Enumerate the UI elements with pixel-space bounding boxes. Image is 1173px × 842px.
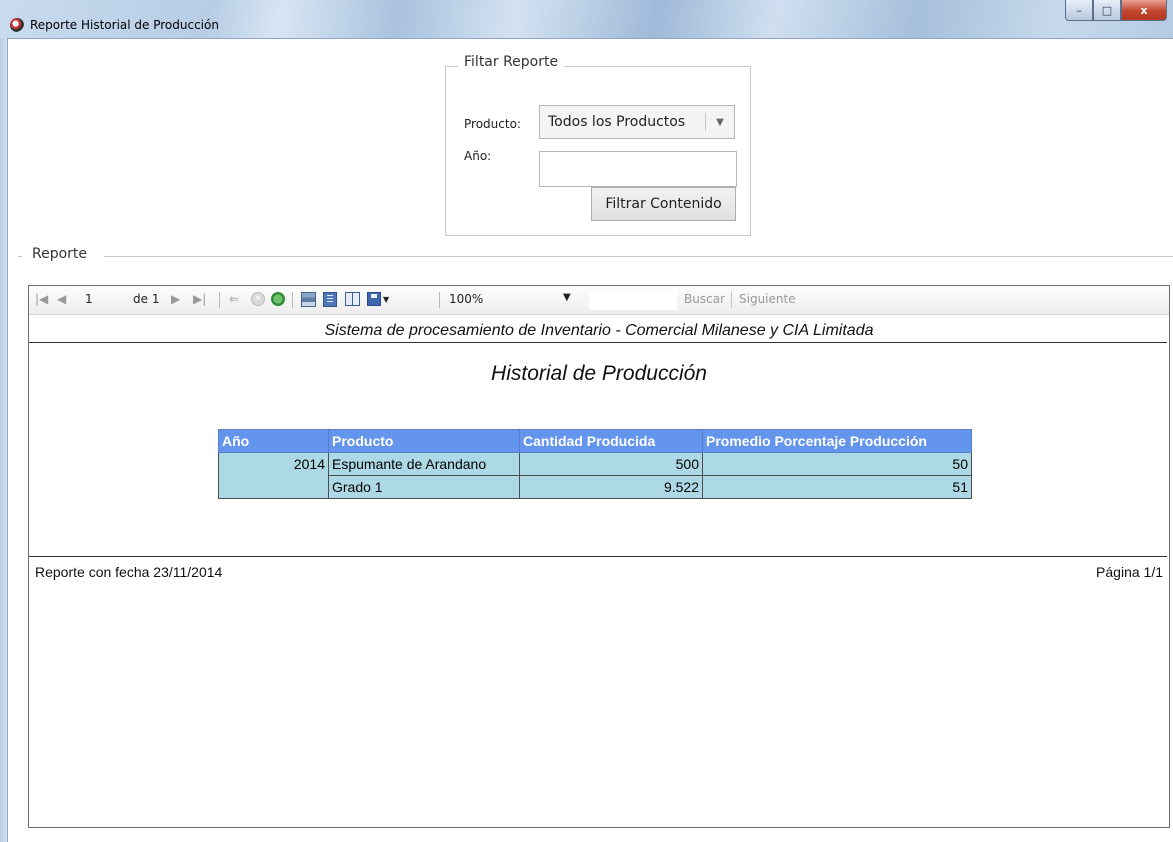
report-title: Historial de Producción xyxy=(491,362,707,385)
report-footer-rule xyxy=(29,556,1167,557)
cell-year xyxy=(218,475,329,499)
cell-product: Espumante de Arandano xyxy=(328,452,520,476)
maximize-button[interactable]: □ xyxy=(1093,0,1121,21)
report-date: Reporte con fecha 23/11/2014 xyxy=(35,564,223,580)
cell-year: 2014 xyxy=(218,452,329,476)
app-icon xyxy=(10,18,24,32)
zoom-dropdown-icon[interactable]: ▼ xyxy=(563,292,571,303)
production-table: Año Producto Cantidad Producida Promedio… xyxy=(218,429,972,499)
back-icon[interactable]: ⇐ xyxy=(229,292,239,306)
window-left-border xyxy=(0,38,8,842)
column-header-quantity: Cantidad Producida xyxy=(519,429,703,453)
column-header-year: Año xyxy=(218,429,329,453)
product-select-value: Todos los Productos xyxy=(548,114,686,130)
zoom-select[interactable]: 100% xyxy=(449,292,483,306)
report-group-rule-left xyxy=(18,256,22,257)
filter-button[interactable]: Filtrar Contenido xyxy=(591,187,736,221)
product-select[interactable]: Todos los Productos ▼ xyxy=(539,105,735,139)
cell-quantity: 500 xyxy=(519,452,703,476)
find-next-link[interactable]: Siguiente xyxy=(739,292,796,306)
page-number: Página 1/1 xyxy=(1096,564,1163,580)
report-legend: Reporte xyxy=(26,246,94,262)
year-label: Año: xyxy=(464,149,492,163)
product-label: Producto: xyxy=(464,117,521,131)
report-toolbar: |◀ ◀ 1 de 1 ▶ ▶| ⇐ ✕ ▼ 100% ▼ Buscar Sig… xyxy=(29,286,1169,315)
report-group-rule xyxy=(104,256,1173,257)
export-icon[interactable] xyxy=(367,292,381,306)
find-input[interactable] xyxy=(589,290,677,310)
filter-group: Filtar Reporte Producto: Todos los Produ… xyxy=(445,54,751,236)
find-link[interactable]: Buscar xyxy=(684,292,725,306)
next-page-icon[interactable]: ▶ xyxy=(171,292,180,306)
close-button[interactable]: x xyxy=(1121,0,1167,21)
table-row: Grado 1 9.522 51 xyxy=(218,475,972,499)
print-icon[interactable] xyxy=(301,292,316,307)
minimize-button[interactable]: – xyxy=(1065,0,1093,21)
first-page-icon[interactable]: |◀ xyxy=(35,292,48,306)
cell-product: Grado 1 xyxy=(328,475,520,499)
column-header-product: Producto xyxy=(328,429,520,453)
refresh-icon[interactable] xyxy=(271,292,285,306)
page-count: de 1 xyxy=(133,292,160,306)
report-header-rule xyxy=(29,342,1167,343)
prev-page-icon[interactable]: ◀ xyxy=(57,292,66,306)
cell-average: 50 xyxy=(702,452,972,476)
column-header-average: Promedio Porcentaje Producción xyxy=(702,429,972,453)
filter-legend: Filtar Reporte xyxy=(458,54,565,70)
last-page-icon[interactable]: ▶| xyxy=(193,292,206,306)
stop-icon[interactable]: ✕ xyxy=(251,292,265,306)
current-page-input[interactable]: 1 xyxy=(85,292,93,306)
print-layout-icon[interactable] xyxy=(323,292,337,307)
table-row: 2014 Espumante de Arandano 500 50 xyxy=(218,452,972,476)
window-controls: – □ x xyxy=(1065,0,1167,21)
report-header: Sistema de procesamiento de Inventario -… xyxy=(324,322,874,339)
report-viewer: |◀ ◀ 1 de 1 ▶ ▶| ⇐ ✕ ▼ 100% ▼ Buscar Sig… xyxy=(28,285,1170,828)
window-title: Reporte Historial de Producción xyxy=(30,18,219,32)
page-setup-icon[interactable] xyxy=(345,292,360,306)
cell-quantity: 9.522 xyxy=(519,475,703,499)
year-input[interactable] xyxy=(539,151,737,187)
cell-average: 51 xyxy=(702,475,972,499)
export-dropdown-icon[interactable]: ▼ xyxy=(383,295,389,304)
chevron-down-icon[interactable]: ▼ xyxy=(706,117,734,128)
title-bar: Reporte Historial de Producción – □ x xyxy=(0,0,1173,39)
table-header-row: Año Producto Cantidad Producida Promedio… xyxy=(218,429,972,453)
